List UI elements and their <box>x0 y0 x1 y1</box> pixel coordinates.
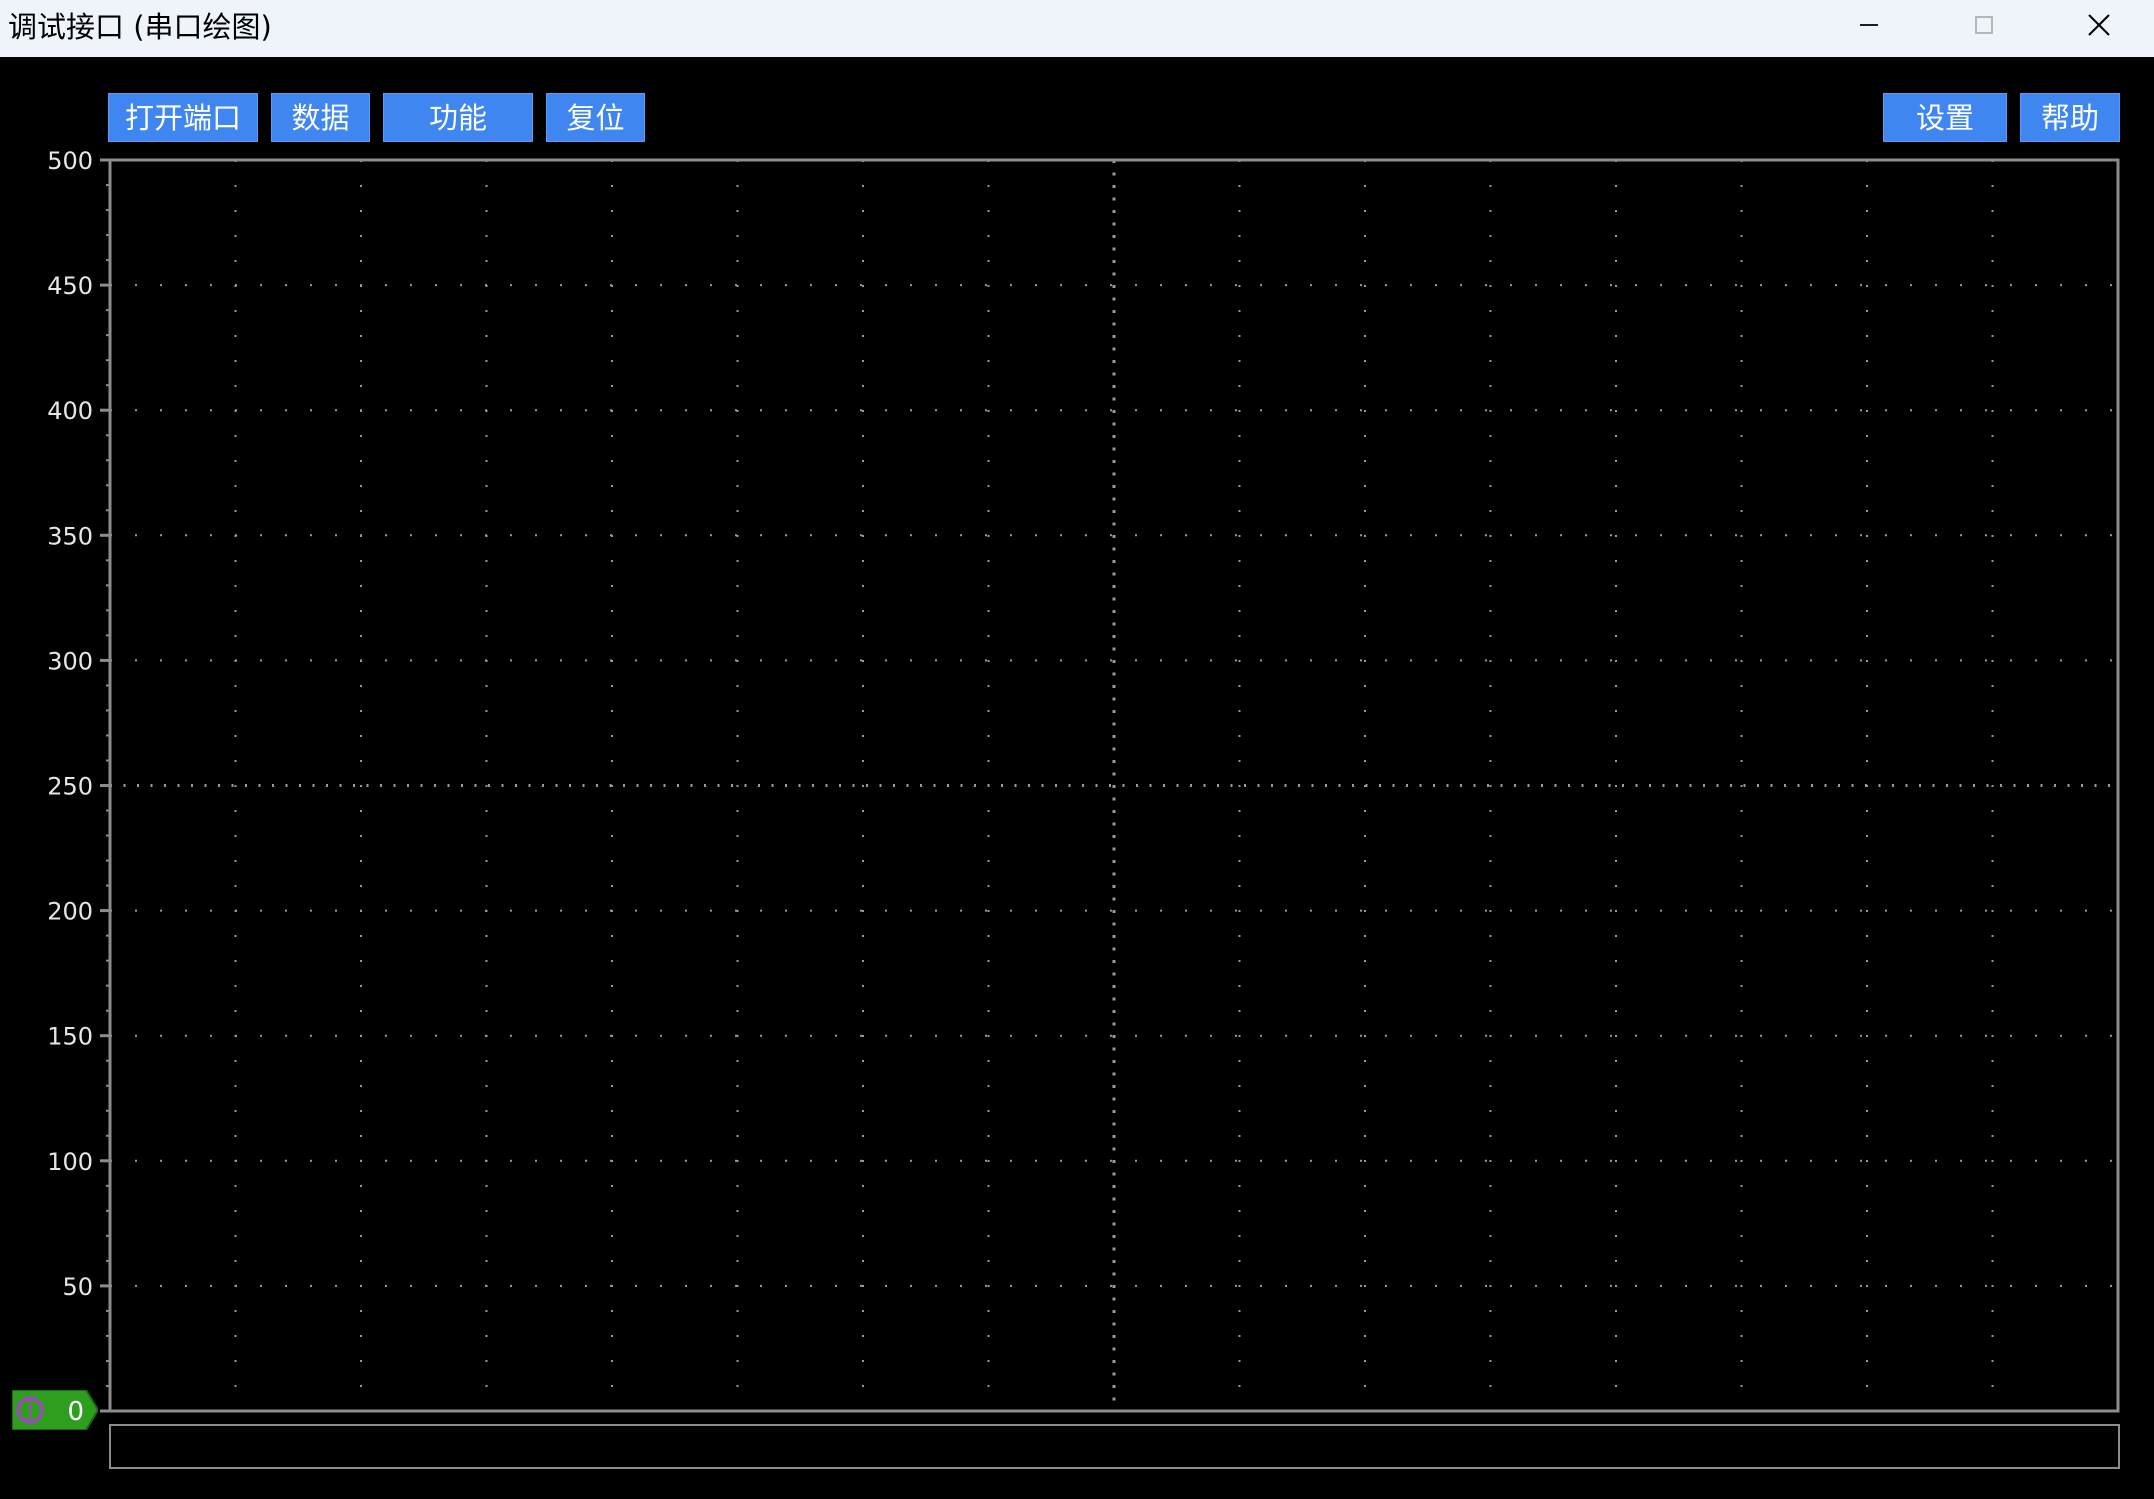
minimize-button[interactable] <box>1811 0 1926 50</box>
function-button[interactable]: 功能 <box>383 93 533 142</box>
plot-area: 50 100 150 200 250 300 350 400 450 500 <box>47 147 2120 1413</box>
minimize-icon <box>1859 24 1878 26</box>
channel-marker[interactable]: 0 <box>12 1390 98 1430</box>
help-button[interactable]: 帮助 <box>2020 93 2120 142</box>
title-bar: 调试接口 (串口绘图) <box>0 0 2154 57</box>
channel-marker-value: 0 <box>67 1397 84 1427</box>
y-tick-label-400: 400 <box>47 397 93 425</box>
y-tick-label-300: 300 <box>47 647 93 675</box>
status-input[interactable] <box>109 1424 2120 1469</box>
settings-button[interactable]: 设置 <box>1883 93 2007 142</box>
plotter-window: 50 100 150 200 250 300 350 400 450 500 打开端口 数据 功能… <box>0 57 2154 1499</box>
y-tick-label-200: 200 <box>47 898 93 926</box>
reset-button[interactable]: 复位 <box>546 93 645 142</box>
data-button[interactable]: 数据 <box>271 93 370 142</box>
y-tick-label-150: 150 <box>47 1023 93 1051</box>
maximize-button[interactable] <box>1926 0 2041 50</box>
y-tick-label-50: 50 <box>62 1273 93 1301</box>
y-tick-label-250: 250 <box>47 773 93 801</box>
open-port-button[interactable]: 打开端口 <box>108 93 258 142</box>
y-tick-label-450: 450 <box>47 272 93 300</box>
close-icon <box>2087 14 2110 36</box>
y-tick-label-500: 500 <box>47 147 93 175</box>
y-tick-label-350: 350 <box>47 522 93 550</box>
window-title: 调试接口 (串口绘图) <box>8 10 272 44</box>
y-tick-label-100: 100 <box>47 1148 93 1176</box>
maximize-icon <box>1974 16 1993 34</box>
close-button[interactable] <box>2041 0 2154 50</box>
